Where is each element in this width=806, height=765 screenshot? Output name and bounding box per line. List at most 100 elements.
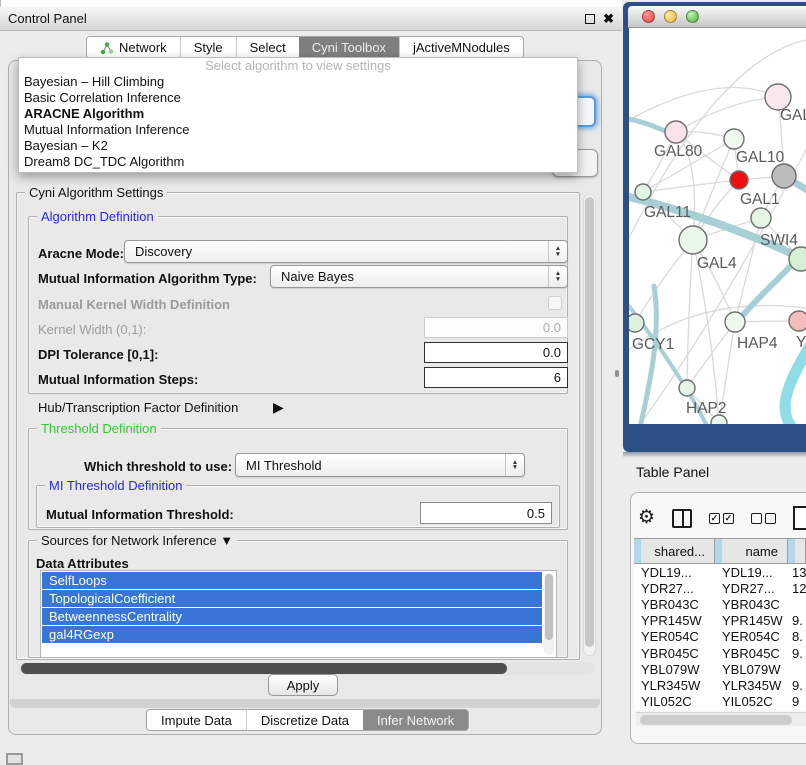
tab-cyni-toolbox[interactable]: Cyni Toolbox: [299, 37, 399, 58]
cell: YBL079W: [634, 662, 715, 677]
node-pink-right[interactable]: [789, 311, 806, 331]
table-row[interactable]: YBL079W YBL079W: [634, 661, 806, 677]
popup-item-mutual-information[interactable]: Mutual Information Inference: [19, 122, 577, 138]
table-panel-title: Table Panel: [636, 464, 709, 480]
settings-vertical-scrollbar-thumb[interactable]: [585, 197, 594, 647]
apply-button[interactable]: Apply: [268, 674, 338, 696]
expand-arrow-icon[interactable]: ▶: [273, 399, 284, 416]
column-header-name[interactable]: name: [715, 539, 788, 563]
tab-select[interactable]: Select: [236, 37, 299, 58]
column-header-shared-name[interactable]: shared...: [634, 539, 715, 563]
cell: YLR345W: [715, 678, 788, 693]
node-hap4[interactable]: [725, 312, 745, 332]
table-row[interactable]: YDL19... YDL19... 13: [634, 564, 806, 580]
gear-icon[interactable]: ⚙: [638, 508, 655, 528]
popup-item-dream8[interactable]: Dream8 DC_TDC Algorithm: [19, 154, 577, 170]
algorithm-definition-title: Algorithm Definition: [37, 209, 158, 224]
kernel-width-value: 0.0: [543, 320, 561, 335]
table-horizontal-scrollbar-thumb[interactable]: [640, 715, 792, 725]
node-hap2[interactable]: [679, 380, 695, 396]
node-gal1-red[interactable]: [730, 171, 748, 189]
table-horizontal-scrollbar[interactable]: [636, 712, 806, 726]
list-item-gal4rgexp[interactable]: gal4RGexp: [42, 626, 542, 643]
node-label: GCY1: [632, 336, 674, 353]
list-item-betweennesscentrality[interactable]: BetweennessCentrality: [42, 608, 542, 625]
table-row[interactable]: YPR145W YPR145W 9.: [634, 613, 806, 629]
aracne-mode-combobox[interactable]: Discovery ▲▼: [124, 240, 568, 263]
tab-infer-network[interactable]: Infer Network: [363, 710, 468, 730]
close-traffic-light-icon[interactable]: [642, 10, 655, 23]
table-row[interactable]: YBR043C YBR043C: [634, 596, 806, 612]
tab-discretize-data-label: Discretize Data: [261, 713, 349, 728]
mi-threshold-field[interactable]: 0.5: [420, 502, 552, 524]
manual-kernel-checkbox[interactable]: [548, 296, 562, 310]
sources-title[interactable]: Sources for Network Inference ▼: [37, 533, 237, 548]
close-icon[interactable]: ✖: [603, 14, 614, 24]
popup-item-bayesian-hill-climbing[interactable]: Bayesian – Hill Climbing: [19, 74, 577, 90]
select-all-checkboxes-icon[interactable]: ✓ ✓: [709, 513, 734, 524]
network-icon: [100, 41, 114, 55]
cyni-algorithm-settings-title: Cyni Algorithm Settings: [25, 185, 167, 200]
table-row[interactable]: YER054C YER054C 8.: [634, 629, 806, 645]
mi-threshold-label: Mutual Information Threshold:: [46, 507, 234, 522]
cell: YBR045C: [715, 646, 788, 661]
network-window-titlebar[interactable]: [628, 6, 806, 28]
tab-infer-network-label: Infer Network: [377, 713, 454, 728]
dpi-tolerance-field[interactable]: 0.0: [424, 342, 568, 363]
tab-network[interactable]: Network: [87, 37, 180, 58]
node-gray[interactable]: [772, 164, 796, 188]
window-top-strip: [0, 0, 622, 7]
settings-horizontal-scrollbar-thumb[interactable]: [21, 663, 507, 674]
node-gal11[interactable]: [635, 184, 651, 200]
dock-grip-icon[interactable]: [6, 753, 23, 765]
threshold-definition-title: Threshold Definition: [37, 421, 161, 436]
which-threshold-combobox[interactable]: MI Threshold ▲▼: [235, 453, 525, 477]
table-row[interactable]: YLR345W YLR345W 9.: [634, 677, 806, 693]
deselect-all-checkboxes-icon[interactable]: [751, 513, 776, 524]
tab-network-label: Network: [119, 40, 167, 55]
float-window-icon[interactable]: [585, 14, 595, 24]
node-label: Y: [796, 334, 806, 351]
list-vertical-scrollbar-thumb[interactable]: [545, 574, 553, 640]
cell: YPR145W: [634, 613, 715, 628]
list-vertical-scrollbar[interactable]: [544, 573, 554, 655]
popup-item-basic-correlation[interactable]: Basic Correlation Inference: [19, 90, 577, 106]
tab-style[interactable]: Style: [180, 37, 236, 58]
table-row[interactable]: YDR27... YDR27... 12: [634, 580, 806, 596]
node-swi4[interactable]: [751, 208, 771, 228]
split-columns-icon[interactable]: [672, 509, 692, 528]
tab-jactivemnodules[interactable]: jActiveMNodules: [399, 37, 523, 58]
node-gal10[interactable]: [724, 129, 744, 149]
node-right-green[interactable]: [789, 247, 806, 271]
hub-definition-label[interactable]: Hub/Transcription Factor Definition: [38, 400, 238, 415]
minimize-traffic-light-icon[interactable]: [664, 10, 677, 23]
column-header-cut[interactable]: [788, 539, 806, 563]
popup-placeholder: Select algorithm to view settings: [19, 58, 577, 74]
list-item-selfloops[interactable]: SelfLoops: [42, 572, 542, 589]
kernel-width-field[interactable]: 0.0: [424, 317, 568, 338]
network-canvas[interactable]: GAL GAL80 GAL10 GAL1 GAL11 SWI4 GAL4 GCY…: [629, 28, 806, 424]
mi-steps-value: 6: [554, 370, 561, 385]
table-row[interactable]: YBR045C YBR045C 9.: [634, 645, 806, 661]
mi-steps-field[interactable]: 6: [424, 367, 568, 388]
node-gal80[interactable]: [665, 121, 687, 143]
document-icon[interactable]: [793, 506, 806, 530]
cell: 13: [788, 565, 806, 580]
list-item-topologicalcoefficient[interactable]: TopologicalCoefficient: [42, 590, 542, 607]
mi-type-combobox[interactable]: Naive Bayes ▲▼: [270, 265, 568, 288]
data-attributes-list[interactable]: SelfLoops TopologicalCoefficient Between…: [40, 570, 557, 658]
node-attribute-table[interactable]: shared... name YDL19... YDL19... 13 YDR2…: [634, 538, 806, 710]
tab-impute-data[interactable]: Impute Data: [147, 710, 246, 730]
node-gcy1[interactable]: [629, 314, 644, 332]
tab-discretize-data[interactable]: Discretize Data: [246, 710, 363, 730]
cell: YBR043C: [634, 597, 715, 612]
table-row[interactable]: YIL052C YIL052C 9: [634, 694, 806, 710]
popup-item-aracne[interactable]: ARACNE Algorithm: [19, 106, 577, 122]
panel-splitter-handle[interactable]: [615, 370, 619, 377]
node-gal4[interactable]: [679, 226, 707, 254]
which-threshold-label: Which threshold to use:: [84, 459, 232, 474]
popup-item-bayesian-k2[interactable]: Bayesian – K2: [19, 138, 577, 154]
bottom-tabs: Impute Data Discretize Data Infer Networ…: [146, 709, 469, 731]
zoom-traffic-light-icon[interactable]: [686, 10, 699, 23]
settings-vertical-scrollbar[interactable]: [583, 194, 596, 656]
